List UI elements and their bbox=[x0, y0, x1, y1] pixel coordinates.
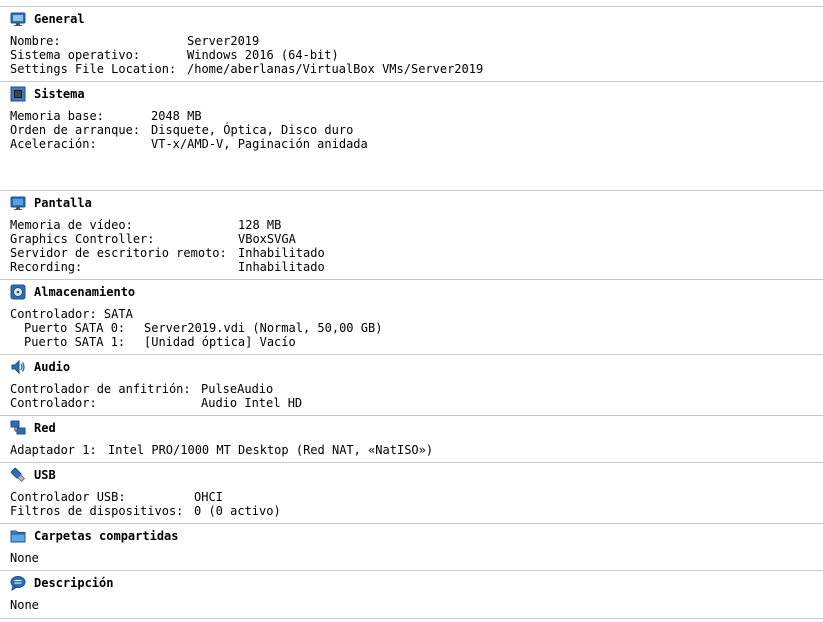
detail-row: Orden de arranque: Disquete, Óptica, Disc… bbox=[10, 123, 368, 137]
section-carpetas-header[interactable]: Carpetas compartidas bbox=[10, 528, 179, 544]
detail-value: OHCI bbox=[194, 490, 223, 504]
detail-value: Windows 2016 (64-bit) bbox=[187, 48, 339, 62]
section-pantalla: Pantalla Memoria de vídeo: 128 MB Graphic… bbox=[0, 191, 823, 280]
storage-disk-icon bbox=[10, 284, 26, 300]
detail-value: Inhabilitado bbox=[238, 260, 325, 274]
detail-key: Recording: bbox=[10, 260, 83, 274]
detail-row: Aceleración: VT-x/AMD-V, Paginación anida… bbox=[10, 137, 368, 151]
display-icon bbox=[10, 195, 26, 211]
detail-key: Nombre: bbox=[10, 34, 61, 48]
detail-value: None bbox=[10, 598, 39, 612]
detail-key: Graphics Controller: bbox=[10, 232, 155, 246]
section-title: USB bbox=[34, 468, 56, 482]
storage-controller: Controlador: SATA bbox=[10, 307, 133, 321]
detail-row: Controlador: Audio Intel HD bbox=[10, 396, 302, 410]
detail-value: 0 (0 activo) bbox=[194, 504, 281, 518]
detail-key: Adaptador 1: bbox=[10, 443, 97, 457]
detail-key: Puerto SATA 0: bbox=[24, 321, 126, 335]
detail-key: Controlador: bbox=[10, 396, 97, 410]
detail-value: 2048 MB bbox=[151, 109, 202, 123]
network-icon bbox=[10, 420, 26, 436]
detail-value: PulseAudio bbox=[201, 382, 274, 396]
detail-value: Disquete, Óptica, Disco duro bbox=[151, 123, 354, 137]
detail-row: Controlador de anfitrión: PulseAudio bbox=[10, 382, 302, 396]
detail-value: Audio Intel HD bbox=[201, 396, 303, 410]
detail-key: Memoria de vídeo: bbox=[10, 218, 133, 232]
detail-value: VBoxSVGA bbox=[238, 232, 296, 246]
section-general-header[interactable]: General bbox=[10, 11, 85, 27]
section-title: Audio bbox=[34, 360, 71, 374]
detail-row: Servidor de escritorio remoto: Inhabilita… bbox=[10, 246, 325, 260]
section-title: Red bbox=[34, 421, 56, 435]
detail-key: Puerto SATA 1: bbox=[24, 335, 126, 349]
detail-row: Filtros de dispositivos: 0 (0 activo) bbox=[10, 504, 281, 518]
section-red: Red Adaptador 1: Intel PRO/1000 MT Deskto… bbox=[0, 416, 823, 463]
speech-bubble-icon bbox=[10, 575, 26, 591]
section-sistema: Sistema Memoria base: 2048 MB Orden de ar… bbox=[0, 82, 823, 191]
section-descripcion-header[interactable]: Descripción bbox=[10, 575, 113, 591]
chip-icon bbox=[10, 86, 26, 102]
monitor-icon bbox=[10, 11, 26, 27]
detail-row: Adaptador 1: Intel PRO/1000 MT Desktop (R… bbox=[10, 443, 433, 457]
section-audio: Audio Controlador de anfitrión: PulseAudi… bbox=[0, 355, 823, 416]
section-title: Sistema bbox=[34, 87, 85, 101]
detail-value: Inhabilitado bbox=[238, 246, 325, 260]
section-title: Almacenamiento bbox=[34, 285, 136, 299]
section-almacenamiento: Almacenamiento Controlador: SATA Puerto … bbox=[0, 280, 823, 355]
detail-row: Sistema operativo: Windows 2016 (64-bit) bbox=[10, 48, 483, 62]
detail-value: None bbox=[10, 551, 39, 565]
section-almacenamiento-header[interactable]: Almacenamiento bbox=[10, 284, 135, 300]
detail-row: Memoria base: 2048 MB bbox=[10, 109, 368, 123]
detail-key: Controlador USB: bbox=[10, 490, 126, 504]
detail-row: Controlador USB: OHCI bbox=[10, 490, 281, 504]
section-usb-header[interactable]: USB bbox=[10, 467, 56, 483]
section-title: General bbox=[34, 12, 85, 26]
previous-section-edge bbox=[0, 0, 823, 7]
detail-value: Server2019.vdi (Normal, 50,00 GB) bbox=[144, 321, 383, 335]
section-carpetas-compartidas: Carpetas compartidas None bbox=[0, 524, 823, 571]
section-descripcion: Descripción None bbox=[0, 571, 823, 619]
detail-value: [Unidad óptica] Vacío bbox=[144, 335, 296, 349]
detail-key: Sistema operativo: bbox=[10, 48, 141, 62]
detail-row: Nombre: Server2019 bbox=[10, 34, 483, 48]
detail-row: Recording: Inhabilitado bbox=[10, 260, 325, 274]
detail-value: Server2019 bbox=[187, 34, 260, 48]
section-red-header[interactable]: Red bbox=[10, 420, 56, 436]
section-audio-header[interactable]: Audio bbox=[10, 359, 70, 375]
section-title: Carpetas compartidas bbox=[34, 529, 179, 543]
section-title: Pantalla bbox=[34, 196, 92, 210]
section-pantalla-header[interactable]: Pantalla bbox=[10, 195, 92, 211]
detail-value: VT-x/AMD-V, Paginación anidada bbox=[151, 137, 368, 151]
detail-key: Controlador de anfitrión: bbox=[10, 382, 191, 396]
section-sistema-header[interactable]: Sistema bbox=[10, 86, 85, 102]
section-usb: USB Controlador USB: OHCI Filtros de disp… bbox=[0, 463, 823, 524]
usb-icon bbox=[10, 467, 26, 483]
folder-icon bbox=[10, 528, 26, 544]
detail-row: Puerto SATA 0: Server2019.vdi (Normal, 50… bbox=[10, 321, 382, 335]
detail-row: Graphics Controller: VBoxSVGA bbox=[10, 232, 325, 246]
detail-key: Filtros de dispositivos: bbox=[10, 504, 184, 518]
detail-key: Aceleración: bbox=[10, 137, 97, 151]
speaker-icon bbox=[10, 359, 26, 375]
detail-row: Puerto SATA 1: [Unidad óptica] Vacío bbox=[10, 335, 382, 349]
detail-row: Memoria de vídeo: 128 MB bbox=[10, 218, 325, 232]
detail-key: Memoria base: bbox=[10, 109, 104, 123]
detail-row: Settings File Location: /home/aberlanas/V… bbox=[10, 62, 483, 76]
detail-key: Servidor de escritorio remoto: bbox=[10, 246, 227, 260]
detail-value: Intel PRO/1000 MT Desktop (Red NAT, «Nat… bbox=[108, 443, 434, 457]
detail-value: /home/aberlanas/VirtualBox VMs/Server201… bbox=[187, 62, 484, 76]
section-title: Descripción bbox=[34, 576, 114, 590]
section-general: General Nombre: Server2019 Sistema operat… bbox=[0, 7, 823, 82]
detail-key: Settings File Location: bbox=[10, 62, 177, 76]
detail-value: 128 MB bbox=[238, 218, 282, 232]
detail-key: Orden de arranque: bbox=[10, 123, 141, 137]
